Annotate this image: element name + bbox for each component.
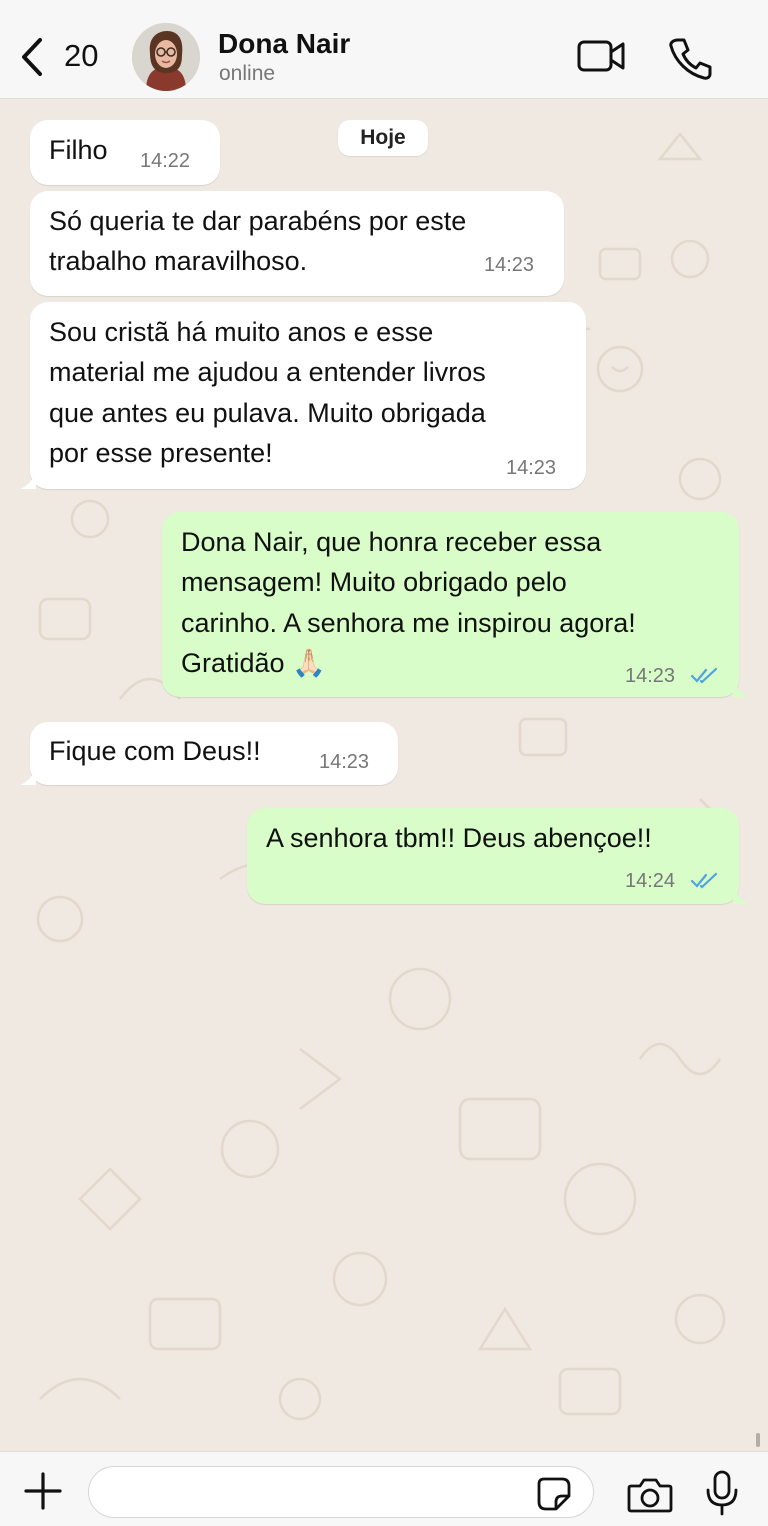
scroll-indicator[interactable] bbox=[756, 1433, 760, 1447]
message-time: 14:24 bbox=[625, 870, 676, 892]
message-text: mensagem! Muito obrigado pelo bbox=[181, 567, 567, 597]
message-time: 14:22 bbox=[140, 150, 191, 172]
message-text: carinho. A senhora me inspirou agora! bbox=[181, 608, 636, 638]
chat-area[interactable]: Hoje Filho 14:22 Só queria te dar parabé… bbox=[0, 99, 768, 1451]
message-time: 14:23 bbox=[484, 254, 535, 276]
message-text: material me ajudou a entender livros bbox=[49, 357, 486, 387]
bubble-tail bbox=[733, 888, 749, 904]
message-time: 14:23 bbox=[625, 665, 676, 687]
mic-icon[interactable] bbox=[704, 1470, 740, 1516]
bubble-tail bbox=[733, 681, 749, 697]
message-text: que antes eu pulava. Muito obrigada bbox=[49, 398, 486, 428]
message-bubble-outgoing[interactable]: Dona Nair, que honra receber essa mensag… bbox=[162, 512, 739, 697]
read-receipt-icon bbox=[690, 667, 718, 684]
message-text: por esse presente! bbox=[49, 438, 273, 468]
composer-bar bbox=[0, 1451, 768, 1526]
message-bubble-incoming[interactable]: Só queria te dar parabéns por este traba… bbox=[30, 191, 564, 296]
camera-icon[interactable] bbox=[627, 1476, 673, 1514]
read-receipt-icon bbox=[690, 872, 718, 889]
message-input[interactable] bbox=[88, 1466, 594, 1518]
plus-icon[interactable] bbox=[24, 1472, 62, 1510]
bubble-tail bbox=[20, 769, 36, 785]
message-text: Fique com Deus!! bbox=[49, 736, 261, 766]
message-text: Só queria te dar parabéns por este bbox=[49, 206, 467, 236]
contact-avatar[interactable] bbox=[132, 23, 200, 91]
video-call-icon[interactable] bbox=[577, 38, 627, 74]
message-bubble-incoming[interactable]: Sou cristã há muito anos e esse material… bbox=[30, 302, 586, 489]
contact-name[interactable]: Dona Nair bbox=[218, 28, 350, 60]
message-text: Gratidão 🙏🏻 bbox=[181, 648, 326, 678]
message-bubble-incoming[interactable]: Fique com Deus!! 14:23 bbox=[30, 722, 398, 785]
unread-count[interactable]: 20 bbox=[64, 38, 98, 74]
message-time: 14:23 bbox=[506, 457, 557, 479]
message-text: Sou cristã há muito anos e esse bbox=[49, 317, 434, 347]
message-bubble-incoming[interactable]: Filho 14:22 bbox=[30, 120, 220, 185]
message-text: Dona Nair, que honra receber essa bbox=[181, 527, 602, 557]
sticker-icon[interactable] bbox=[536, 1476, 572, 1512]
date-chip: Hoje bbox=[338, 120, 428, 156]
chat-header: 20 Dona Nair online bbox=[0, 0, 768, 99]
message-bubble-outgoing[interactable]: A senhora tbm!! Deus abençoe!! 14:24 bbox=[247, 808, 739, 904]
bubble-tail bbox=[20, 473, 36, 489]
message-text: trabalho maravilhoso. bbox=[49, 246, 308, 276]
back-chevron-icon[interactable] bbox=[18, 36, 46, 78]
message-text: Filho bbox=[49, 135, 108, 165]
phone-call-icon[interactable] bbox=[668, 36, 712, 80]
message-text: A senhora tbm!! Deus abençoe!! bbox=[266, 823, 652, 853]
contact-status: online bbox=[219, 62, 276, 85]
message-time: 14:23 bbox=[319, 751, 370, 773]
